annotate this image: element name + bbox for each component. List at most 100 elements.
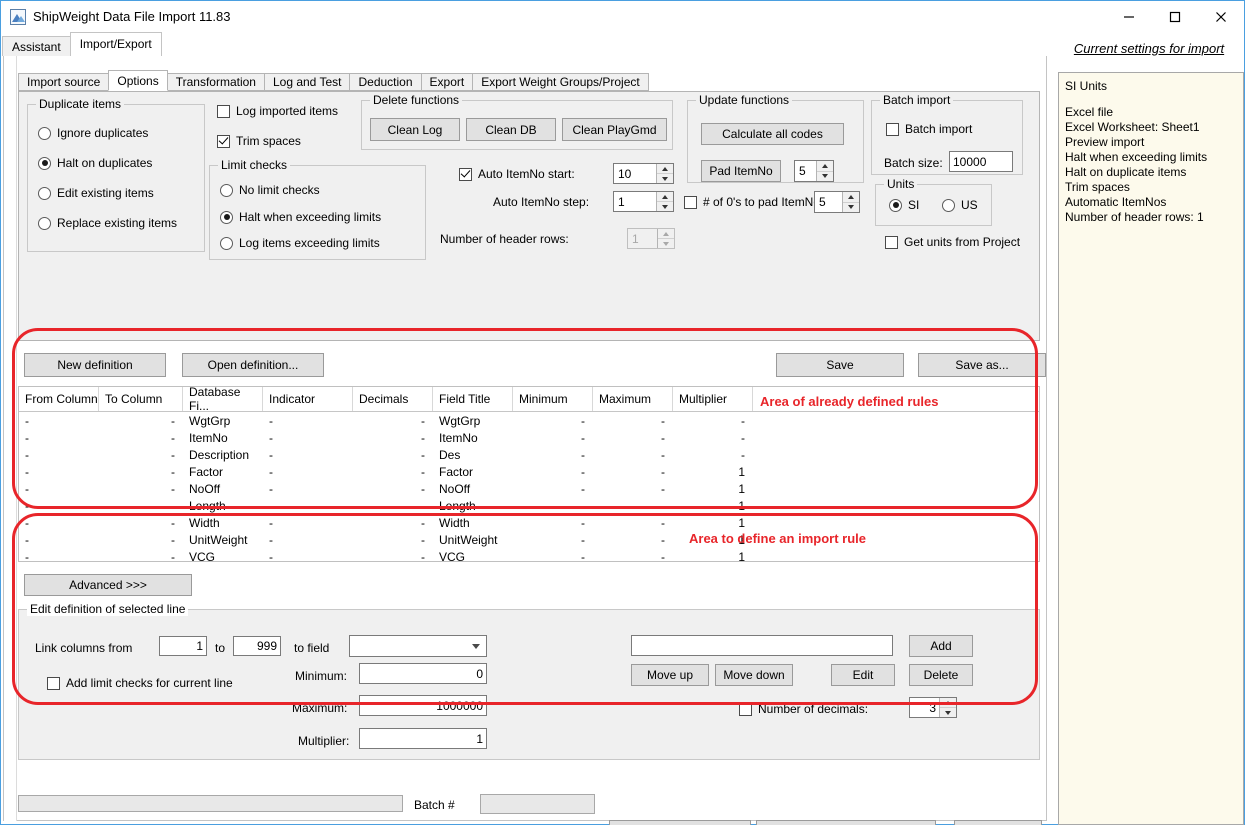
radio-halt-when-exceeding-limits[interactable]: Halt when exceeding limits [220,210,381,224]
table-row[interactable]: - - VCG - - VCG - - 1 [19,548,1039,562]
to-field-combobox[interactable] [349,635,487,657]
decimals-spinner[interactable]: 3 [909,697,957,718]
move-down-button[interactable]: Move down [715,664,793,686]
radio-log-items-exceeding-limits[interactable]: Log items exceeding limits [220,236,380,250]
table-row[interactable]: - - Length - - Length - -1 [19,497,1039,514]
table-row[interactable]: - - ItemNo - - ItemNo - - - [19,429,1039,446]
pad-itemno-button[interactable]: Pad ItemNo [701,160,781,182]
delete-button[interactable]: Delete [909,664,973,686]
checkbox-batch-import[interactable]: Batch import [886,122,972,136]
auto-itemno-step-spinner[interactable]: 1 [613,191,674,212]
spinner-down-icon[interactable] [657,202,673,211]
spinner-buttons[interactable] [842,192,859,212]
grid-column-header[interactable]: Multiplier [673,387,753,411]
clean-playgmd-button[interactable]: Clean PlayGmd [562,118,667,141]
radio-units-us[interactable]: US [942,198,978,212]
save-as-button[interactable]: Save as... [918,353,1046,377]
checkbox-auto-itemno-start[interactable]: Auto ItemNo start: [459,167,575,181]
defined-rules-grid[interactable]: From Column To Column Database Fi... Indica… [18,386,1040,562]
tab-transformation[interactable]: Transformation [166,73,265,91]
spinner-up-icon[interactable] [843,192,859,203]
radio-halt-on-duplicates[interactable]: Halt on duplicates [38,156,152,170]
checkbox-number-of-decimals[interactable]: Number of decimals: [739,702,868,716]
spinner-up-icon[interactable] [658,229,674,239]
spinner-up-icon[interactable] [817,161,833,172]
clean-log-button[interactable]: Clean Log [370,118,460,141]
table-row[interactable]: - - NoOff - - NoOff - -1 [19,480,1039,497]
table-row[interactable]: - - WgtGrp - - WgtGrp - - - [19,412,1039,429]
save-button[interactable]: Save [776,353,904,377]
tab-export[interactable]: Export [420,73,474,91]
grid-column-header[interactable]: Field Title [433,387,513,411]
checkbox-trim-spaces[interactable]: Trim spaces [217,134,301,148]
grid-column-header[interactable]: To Column [99,387,183,411]
tab-options[interactable]: Options [108,70,168,91]
add-button[interactable]: Add [909,635,973,657]
auto-itemno-start-spinner[interactable]: 10 [613,163,674,184]
grid-column-header[interactable]: Database Fi... [183,387,263,413]
spinner-up-icon[interactable] [657,192,673,202]
move-up-button[interactable]: Move up [631,664,709,686]
spinner-buttons[interactable] [657,229,674,248]
link-columns-to-input[interactable]: 999 [233,636,281,656]
import-to-playground-button[interactable]: Import to playground [756,820,936,825]
grid-column-header[interactable]: Decimals [353,387,433,411]
table-row[interactable]: - - Width - - Width - -1 [19,514,1039,531]
open-definition-button[interactable]: Open definition... [182,353,324,377]
spinner-down-icon[interactable] [657,174,673,183]
grid-column-header[interactable]: Maximum [593,387,673,411]
tab-export-weight-groups[interactable]: Export Weight Groups/Project [472,73,649,91]
spinner-buttons[interactable] [939,698,956,717]
spinner-buttons[interactable] [816,161,833,181]
radio-edit-existing-items[interactable]: Edit existing items [38,186,154,200]
spinner-up-icon[interactable] [940,698,956,708]
table-row[interactable]: - - Factor - - Factor - -1 [19,463,1039,480]
radio-no-limit-checks[interactable]: No limit checks [220,183,320,197]
spinner-up-icon[interactable] [657,164,673,174]
batch-size-input[interactable]: 10000 [949,151,1013,172]
link-columns-from-input[interactable]: 1 [159,636,207,656]
sidebar-title[interactable]: Current settings for import [1054,41,1244,56]
radio-ignore-duplicates[interactable]: Ignore duplicates [38,126,148,140]
tab-assistant[interactable]: Assistant [2,36,71,56]
spinner-buttons[interactable] [656,164,673,183]
spinner-buttons[interactable] [656,192,673,211]
close-window-button[interactable]: Close [954,820,1042,825]
checkbox-add-limit-checks[interactable]: Add limit checks for current line [47,676,233,690]
checkbox-get-units-from-project[interactable]: Get units from Project [885,235,1020,249]
checkbox-pad-zeros[interactable]: # of 0's to pad ItemNo: [684,195,823,209]
grid-column-header[interactable]: Minimum [513,387,593,411]
spinner-down-icon[interactable] [843,202,859,212]
radio-units-si[interactable]: SI [889,198,919,212]
header-rows-spinner[interactable]: 1 [627,228,675,249]
clean-db-button[interactable]: Clean DB [466,118,556,141]
batch-number-field[interactable] [480,794,595,814]
tab-import-export[interactable]: Import/Export [69,32,162,56]
indicator-input[interactable] [631,635,893,656]
table-row[interactable]: - - Description - - Des - - - [19,446,1039,463]
spinner-down-icon[interactable] [658,239,674,248]
edit-button[interactable]: Edit [831,664,895,686]
tab-log-and-test[interactable]: Log and Test [263,73,351,91]
minimize-button[interactable] [1106,1,1152,32]
calculate-all-codes-button[interactable]: Calculate all codes [701,123,844,145]
spinner-down-icon[interactable] [940,708,956,717]
minimum-input[interactable]: 0 [359,663,487,684]
grid-column-header[interactable]: Indicator [263,387,353,411]
close-button[interactable] [1198,1,1244,32]
import-button[interactable]: Import [609,820,751,825]
new-definition-button[interactable]: New definition [24,353,166,377]
maximum-input[interactable]: 1000000 [359,695,487,716]
advanced-button[interactable]: Advanced >>> [24,574,192,596]
tab-deduction[interactable]: Deduction [349,73,422,91]
table-row[interactable]: - - UnitWeight - - UnitWeight - -1 [19,531,1039,548]
grid-column-header[interactable]: From Column [19,387,99,411]
maximize-button[interactable] [1152,1,1198,32]
pad-itemno-spinner[interactable]: 5 [794,160,834,182]
checkbox-log-imported-items[interactable]: Log imported items [217,104,338,118]
spinner-down-icon[interactable] [817,171,833,181]
radio-replace-existing-items[interactable]: Replace existing items [38,216,177,230]
multiplier-input[interactable]: 1 [359,728,487,749]
pad-zeros-spinner[interactable]: 5 [814,191,860,213]
tab-import-source[interactable]: Import source [18,73,110,91]
